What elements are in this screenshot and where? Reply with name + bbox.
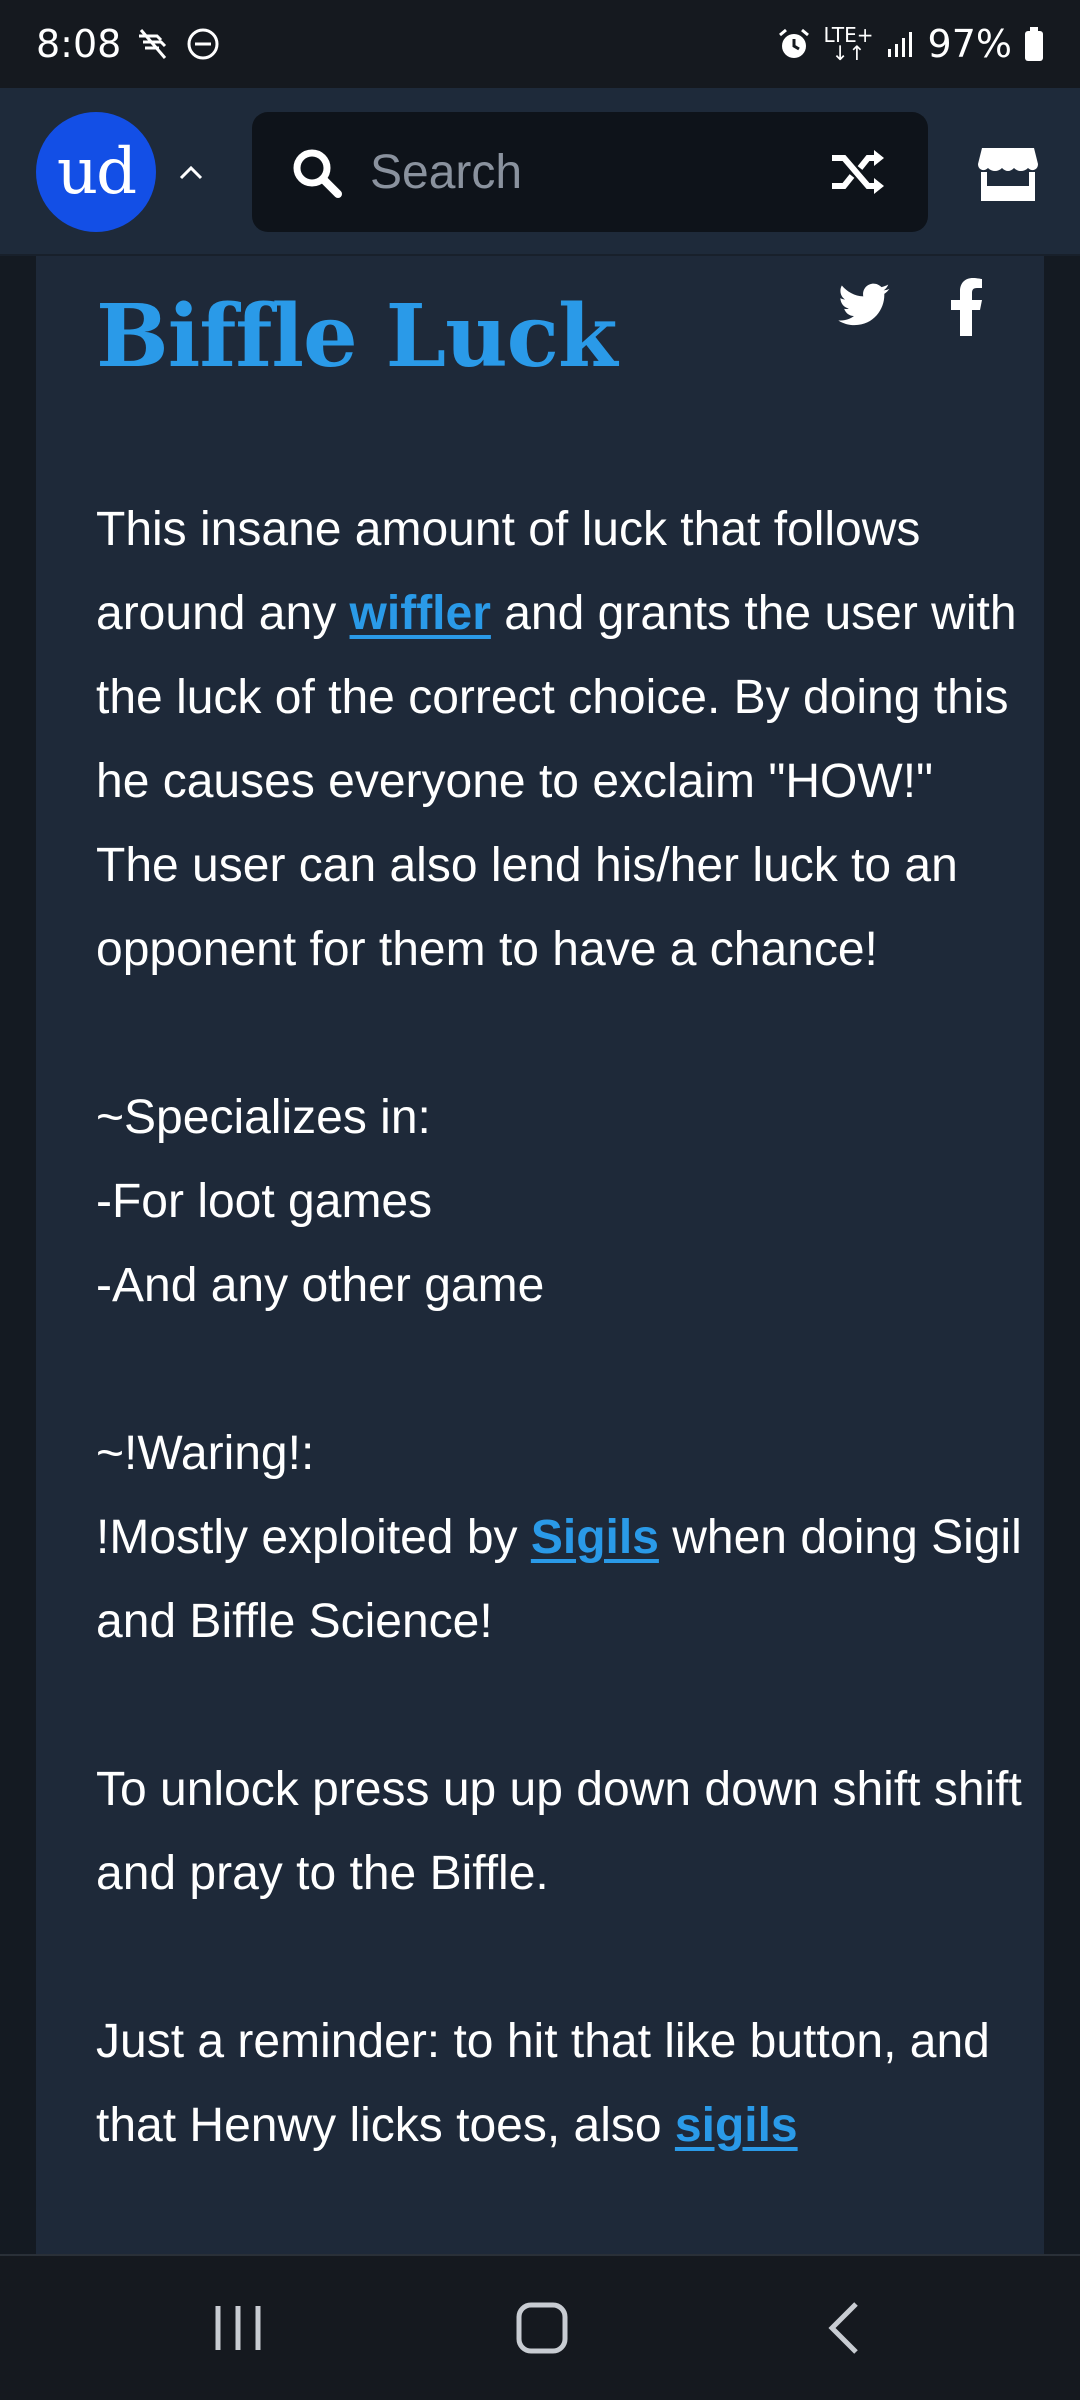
status-bar: 8:08 LTE+ ↓↑ 97% <box>0 0 1080 88</box>
shuffle-icon[interactable] <box>828 142 888 202</box>
text-segment: and grants the user with the luck of the… <box>96 587 1017 976</box>
left-gutter <box>0 256 36 2254</box>
status-left: 8:08 <box>36 22 221 66</box>
site-header: ud <box>0 88 1080 256</box>
search-icon <box>293 149 342 198</box>
store-icon[interactable] <box>976 140 1040 204</box>
no-disturb-icon <box>139 29 167 59</box>
definition-title[interactable]: Biffle Luck <box>96 286 618 387</box>
chevron-up-icon[interactable] <box>175 158 207 186</box>
dnd-icon <box>187 28 219 60</box>
link-sigils-lowercase[interactable]: sigils <box>675 2099 798 2152</box>
data-arrows-icon: ↓↑ <box>831 41 866 65</box>
status-right: LTE+ ↓↑ 97% <box>776 22 1044 66</box>
definition-card: Biffle Luck This insane amount of luck t… <box>36 256 1044 2254</box>
facebook-icon[interactable] <box>946 276 986 336</box>
definition-paragraph-1: This insane amount of luck that follows … <box>96 488 1026 992</box>
signal-icon <box>887 32 912 57</box>
network-indicator: LTE+ ↓↑ <box>824 25 874 65</box>
warning-paragraph: !Mostly exploited by Sigils when doing S… <box>96 1496 1026 1664</box>
search-input[interactable] <box>370 132 810 212</box>
specializes-heading: ~Specializes in: <box>96 1091 431 1144</box>
system-nav-bar <box>0 2254 1080 2400</box>
right-gutter <box>1044 256 1080 2254</box>
specializes-item-1: -For loot games <box>96 1175 433 1228</box>
battery-percent: 97% <box>927 22 1012 66</box>
twitter-icon[interactable] <box>836 278 892 334</box>
warning-heading: ~!Waring!: <box>96 1427 315 1480</box>
unlock-paragraph: To unlock press up up down down shift sh… <box>96 1763 1022 1900</box>
search-box[interactable] <box>252 112 928 232</box>
specializes-item-2: -And any other game <box>96 1259 545 1312</box>
alarm-icon <box>778 28 809 58</box>
back-icon[interactable] <box>824 2300 864 2356</box>
text-segment: !Mostly exploited by <box>96 1511 531 1564</box>
battery-icon <box>1025 27 1043 61</box>
link-sigils[interactable]: Sigils <box>531 1511 659 1564</box>
ud-logo[interactable]: ud <box>36 112 156 232</box>
reminder-paragraph: Just a reminder: to hit that like button… <box>96 2000 1026 2168</box>
home-icon[interactable] <box>514 2300 570 2356</box>
definition-body: This insane amount of luck that follows … <box>96 488 1026 2168</box>
link-wiffler[interactable]: wiffler <box>350 587 491 640</box>
recents-icon[interactable] <box>210 2300 266 2356</box>
status-time: 8:08 <box>36 22 122 66</box>
text-segment: Just a reminder: to hit that like button… <box>96 2015 990 2152</box>
